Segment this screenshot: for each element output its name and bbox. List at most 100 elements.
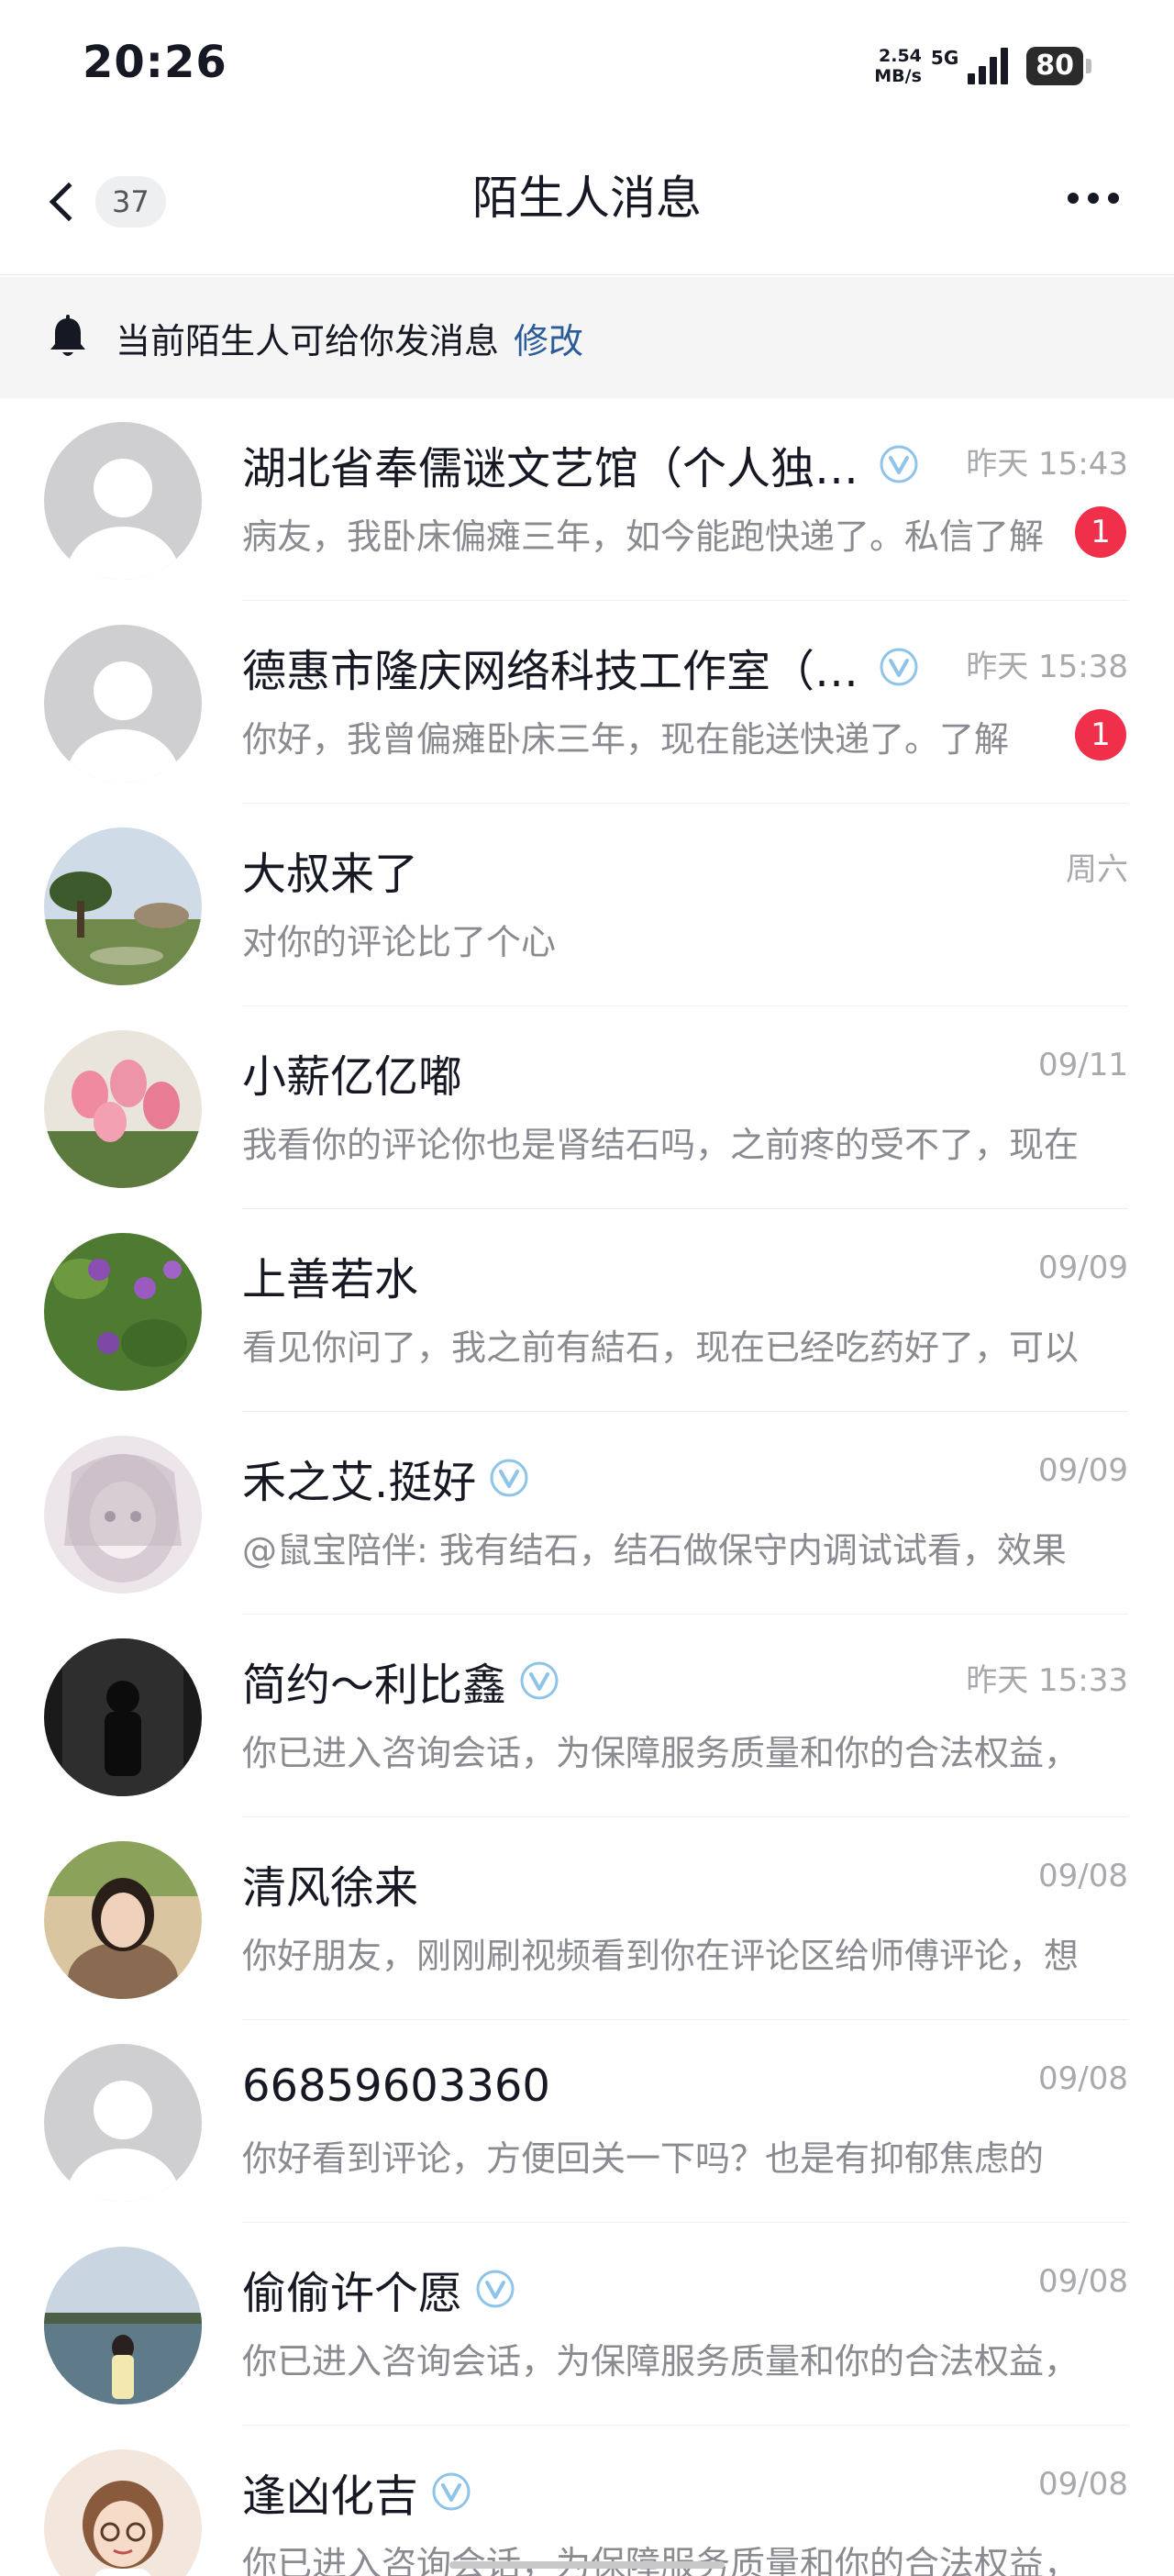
more-dots-icon[interactable] — [1058, 183, 1128, 213]
unread-badge: 1 — [1075, 506, 1126, 558]
sender-name: 清风徐来 — [242, 1862, 419, 1914]
verified-icon — [519, 1660, 559, 1701]
message-item[interactable]: 德惠市隆庆网络科技工作室（个人独资） 昨天 15:38 你好，我曾偏瘫卧床三年，现在… — [0, 601, 1174, 804]
network-speed-value: 2.54 — [879, 46, 922, 66]
sender-name: 66859603360 — [242, 2060, 550, 2112]
message-body: 小薪亿亿嘟 09/11 我看你的评论你也是肾结石吗，之前疼的受不了，现在 — [242, 1006, 1128, 1209]
message-body: 66859603360 09/08 你好看到评论，方便回关一下吗？也是有抑郁焦虑的 — [242, 2020, 1128, 2223]
message-body: 上善若水 09/09 看见你问了，我之前有結石，现在已经吃药好了，可以 — [242, 1209, 1128, 1412]
message-item[interactable]: 大叔来了 周六对你的评论比了个心 — [0, 804, 1174, 1006]
message-preview: 对你的评论比了个心 — [242, 922, 557, 962]
notice-text: 当前陌生人可给你发消息 — [116, 320, 500, 361]
sender-name: 上善若水 — [242, 1254, 419, 1305]
verified-icon — [489, 1458, 529, 1498]
message-name-row: 小薪亿亿嘟 — [242, 1045, 1128, 1103]
verified-icon — [475, 2269, 515, 2309]
message-preview: 你好看到评论，方便回关一下吗？也是有抑郁焦虑的 — [242, 2138, 1045, 2179]
verified-icon — [879, 647, 919, 687]
message-item[interactable]: 简约～利比鑫 昨天 15:33 你已进入咨询会话，为保障服务质量和你的合法权益， — [0, 1615, 1174, 1817]
avatar[interactable] — [44, 1638, 202, 1796]
message-time: 09/08 — [1038, 2466, 1128, 2503]
message-name-row: 66859603360 — [242, 2059, 1128, 2114]
message-time: 周六 — [1066, 851, 1128, 888]
message-time: 09/09 — [1038, 1452, 1128, 1489]
message-name-row: 偷偷许个愿 — [242, 2261, 1128, 2319]
sender-name: 大叔来了 — [242, 849, 419, 900]
nav-bar: 37 陌生人消息 — [0, 128, 1174, 275]
status-indicators: 2.54 MB/s 5G 80 — [874, 40, 1091, 92]
message-item[interactable]: 禾之艾.挺好 09/09 @鼠宝陪伴: 我有结石，结石做保守内调试试看，效果 — [0, 1412, 1174, 1615]
status-bar: 20:26 2.54 MB/s 5G 80 — [0, 0, 1174, 128]
message-body: 简约～利比鑫 昨天 15:33 你已进入咨询会话，为保障服务质量和你的合法权益， — [242, 1615, 1128, 1817]
message-body: 湖北省奉儒谜文艺馆（个人独资） 昨天 15:43 病友，我卧床偏瘫三年，如今能跑快递… — [242, 398, 1128, 601]
avatar[interactable] — [44, 1233, 202, 1391]
message-time: 昨天 15:43 — [966, 446, 1128, 483]
message-time: 09/08 — [1038, 1858, 1128, 1894]
message-item[interactable]: 湖北省奉儒谜文艺馆（个人独资） 昨天 15:43 病友，我卧床偏瘫三年，如今能跑快递… — [0, 398, 1174, 601]
signal-icon — [968, 48, 1009, 84]
modify-link[interactable]: 修改 — [514, 313, 583, 363]
message-time: 09/09 — [1038, 1249, 1128, 1286]
message-name-row: 上善若水 — [242, 1248, 1128, 1305]
sender-name: 逢凶化吉 — [242, 2471, 419, 2522]
network-speed: 2.54 MB/s — [874, 46, 922, 86]
notice-bar: 当前陌生人可给你发消息 修改 — [0, 277, 1174, 398]
message-item[interactable]: 小薪亿亿嘟 09/11 我看你的评论你也是肾结石吗，之前疼的受不了，现在 — [0, 1006, 1174, 1209]
message-preview: 看见你问了，我之前有結石，现在已经吃药好了，可以 — [242, 1327, 1080, 1368]
message-name-row: 清风徐来 — [242, 1856, 1128, 1914]
avatar[interactable] — [44, 1030, 202, 1188]
message-item[interactable]: 逢凶化吉 09/08 你已进入咨询会话，为保障服务质量和你的合法权益， — [0, 2426, 1174, 2576]
message-preview: 我看你的评论你也是肾结石吗，之前疼的受不了，现在 — [242, 1125, 1080, 1165]
message-item[interactable]: 上善若水 09/09 看见你问了，我之前有結石，现在已经吃药好了，可以 — [0, 1209, 1174, 1412]
message-time: 09/11 — [1038, 1047, 1128, 1083]
message-name-row: 大叔来了 — [242, 842, 1128, 900]
avatar[interactable] — [44, 2044, 202, 2202]
avatar[interactable] — [44, 1436, 202, 1593]
sender-name: 小薪亿亿嘟 — [242, 1051, 463, 1103]
avatar[interactable] — [44, 827, 202, 985]
unread-badge: 1 — [1075, 709, 1126, 761]
avatar[interactable] — [44, 625, 202, 783]
sender-name: 偷偷许个愿 — [242, 2268, 463, 2319]
message-body: 逢凶化吉 09/08 你已进入咨询会话，为保障服务质量和你的合法权益， — [242, 2426, 1128, 2576]
message-body: 德惠市隆庆网络科技工作室（个人独资） 昨天 15:38 你好，我曾偏瘫卧床三年，现在… — [242, 601, 1128, 804]
message-time: 09/08 — [1038, 2263, 1128, 2300]
home-indicator[interactable] — [449, 2561, 725, 2569]
bell-icon — [50, 315, 85, 356]
message-preview: 你已进入咨询会话，为保障服务质量和你的合法权益， — [242, 2341, 1080, 2382]
battery-icon: 80 — [1026, 47, 1091, 85]
message-body: 清风徐来 09/08 你好朋友，刚刚刷视频看到你在评论区给师傅评论，想 — [242, 1817, 1128, 2020]
verified-icon — [431, 2471, 471, 2512]
message-preview: 你已进入咨询会话，为保障服务质量和你的合法权益， — [242, 1733, 1080, 1773]
verified-icon — [879, 444, 919, 484]
message-body: 偷偷许个愿 09/08 你已进入咨询会话，为保障服务质量和你的合法权益， — [242, 2223, 1128, 2426]
battery-level: 80 — [1026, 47, 1083, 85]
message-time: 09/08 — [1038, 2060, 1128, 2097]
message-preview: 病友，我卧床偏瘫三年，如今能跑快递了。私信了解 — [242, 516, 1045, 557]
sender-name: 禾之艾.挺好 — [242, 1457, 477, 1508]
message-list: 湖北省奉儒谜文艺馆（个人独资） 昨天 15:43 病友，我卧床偏瘫三年，如今能跑快递… — [0, 398, 1174, 2576]
sender-name: 德惠市隆庆网络科技工作室（个人独资） — [242, 646, 866, 697]
avatar[interactable] — [44, 2449, 202, 2576]
message-preview: 你好，我曾偏瘫卧床三年，现在能送快递了。了解 — [242, 719, 1010, 760]
sender-name: 湖北省奉儒谜文艺馆（个人独资） — [242, 443, 866, 494]
page-title: 陌生人消息 — [472, 172, 702, 225]
avatar[interactable] — [44, 422, 202, 580]
message-name-row: 逢凶化吉 — [242, 2464, 1128, 2522]
network-speed-unit: MB/s — [874, 66, 922, 86]
message-preview: @鼠宝陪伴: 我有结石，结石做保守内调试试看，效果 — [242, 1530, 1067, 1571]
status-time: 20:26 — [83, 37, 227, 88]
message-item[interactable]: 清风徐来 09/08 你好朋友，刚刚刷视频看到你在评论区给师傅评论，想 — [0, 1817, 1174, 2020]
message-preview: 你已进入咨询会话，为保障服务质量和你的合法权益， — [242, 2544, 1080, 2576]
message-body: 大叔来了 周六对你的评论比了个心 — [242, 804, 1128, 1006]
message-preview: 你好朋友，刚刚刷视频看到你在评论区给师傅评论，想 — [242, 1936, 1080, 1976]
message-time: 昨天 15:33 — [966, 1662, 1128, 1699]
message-time: 昨天 15:38 — [966, 649, 1128, 685]
message-name-row: 禾之艾.挺好 — [242, 1450, 1128, 1508]
avatar[interactable] — [44, 1841, 202, 1999]
message-body: 禾之艾.挺好 09/09 @鼠宝陪伴: 我有结石，结石做保守内调试试看，效果 — [242, 1412, 1128, 1615]
avatar[interactable] — [44, 2247, 202, 2404]
message-item[interactable]: 66859603360 09/08 你好看到评论，方便回关一下吗？也是有抑郁焦虑的 — [0, 2020, 1174, 2223]
sender-name: 简约～利比鑫 — [242, 1660, 507, 1711]
message-item[interactable]: 偷偷许个愿 09/08 你已进入咨询会话，为保障服务质量和你的合法权益， — [0, 2223, 1174, 2426]
